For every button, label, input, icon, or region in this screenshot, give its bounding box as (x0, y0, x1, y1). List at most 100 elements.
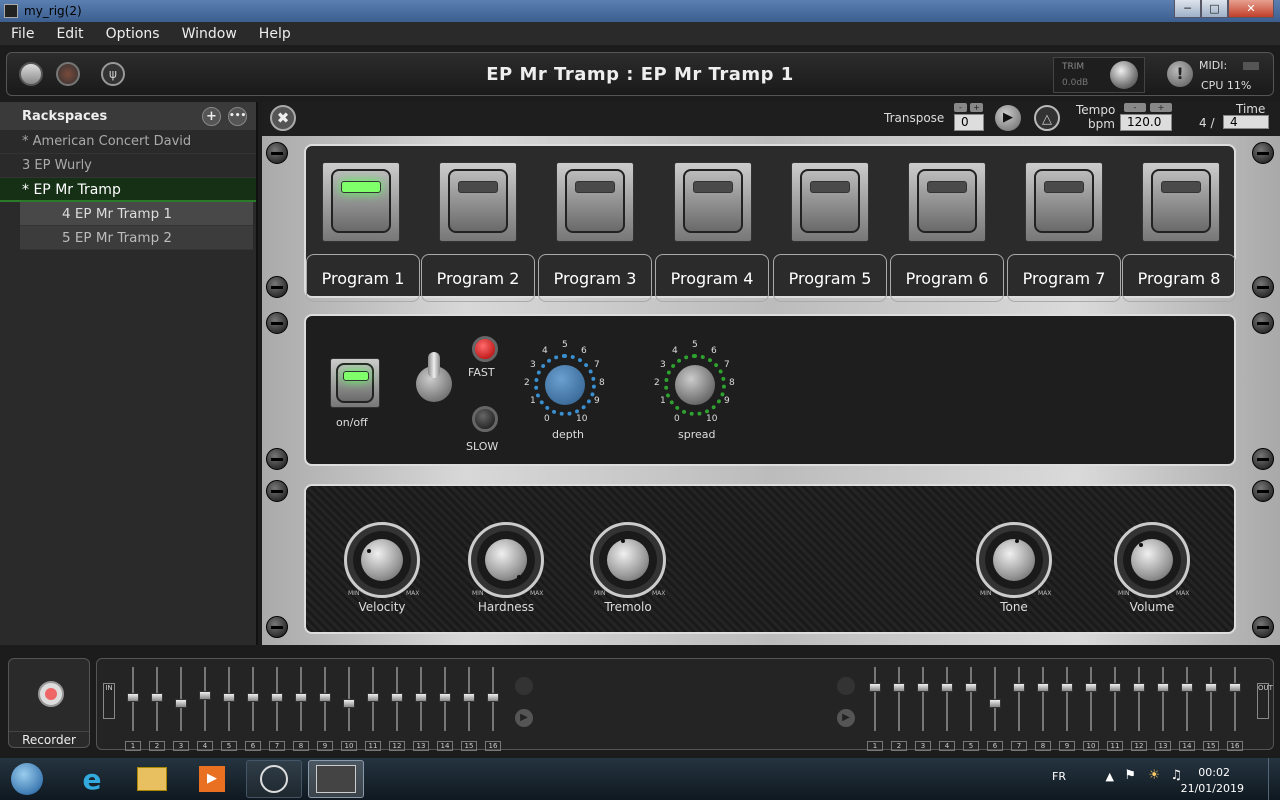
output-channel-fader[interactable]: 3 (913, 663, 933, 751)
menu-file[interactable]: File (0, 26, 45, 42)
tremolo-toggle-switch[interactable] (416, 352, 452, 402)
menu-edit[interactable]: Edit (45, 26, 94, 42)
output-channel-fader[interactable]: 5 (961, 663, 981, 751)
output-channel-fader[interactable]: 1 (865, 663, 885, 751)
in-play-icon[interactable]: ▶ (515, 709, 533, 727)
minimize-button[interactable]: ─ (1174, 0, 1201, 18)
program-label-6[interactable]: Program 6 (890, 254, 1004, 302)
gig-performer-taskbar-icon[interactable] (308, 760, 364, 798)
network-icon[interactable]: ☀ (1148, 768, 1160, 783)
add-rackspace-button[interactable]: + (202, 107, 221, 126)
menu-window[interactable]: Window (171, 26, 248, 42)
program-label-2[interactable]: Program 2 (421, 254, 535, 302)
media-player-icon[interactable]: ▶ (184, 760, 240, 798)
output-channel-fader[interactable]: 14 (1177, 663, 1197, 751)
output-channel-fader[interactable]: 13 (1153, 663, 1173, 751)
hardness-knob[interactable] (468, 522, 544, 598)
transpose-down-button[interactable]: - (954, 103, 967, 112)
variation-item[interactable]: 5 EP Mr Tramp 2 (20, 226, 253, 250)
program-button-4[interactable] (674, 162, 752, 242)
tempo-value[interactable]: 120.0 (1120, 114, 1172, 131)
fader-handle[interactable] (247, 693, 259, 702)
volume-knob[interactable] (1114, 522, 1190, 598)
fader-handle[interactable] (1013, 683, 1025, 692)
clock-time[interactable]: 00:02 (1198, 766, 1230, 779)
language-indicator[interactable]: FR (1052, 770, 1066, 783)
fader-handle[interactable] (1229, 683, 1241, 692)
fader-handle[interactable] (151, 693, 163, 702)
transpose-value[interactable]: 0 (954, 114, 984, 131)
fader-handle[interactable] (391, 693, 403, 702)
fader-handle[interactable] (869, 683, 881, 692)
output-channel-fader[interactable]: 12 (1129, 663, 1149, 751)
output-channel-fader[interactable]: 9 (1057, 663, 1077, 751)
input-channel-fader[interactable]: 16 (483, 663, 503, 751)
recorder-label[interactable]: Recorder (9, 731, 89, 747)
input-channel-fader[interactable]: 13 (411, 663, 431, 751)
volume-icon[interactable]: ♫ (1170, 768, 1182, 783)
depth-knob[interactable] (534, 354, 596, 416)
program-label-8[interactable]: Program 8 (1122, 254, 1236, 302)
flag-icon[interactable]: ⚑ (1124, 768, 1136, 783)
program-button-7[interactable] (1025, 162, 1103, 242)
fader-handle[interactable] (1109, 683, 1121, 692)
input-channel-fader[interactable]: 11 (363, 663, 383, 751)
fader-handle[interactable] (367, 693, 379, 702)
internet-explorer-icon[interactable]: e (64, 760, 120, 798)
fader-handle[interactable] (295, 693, 307, 702)
fader-handle[interactable] (965, 683, 977, 692)
panic-icon[interactable]: ! (1167, 61, 1193, 87)
input-channel-fader[interactable]: 7 (267, 663, 287, 751)
output-channel-fader[interactable]: 2 (889, 663, 909, 751)
fader-handle[interactable] (175, 699, 187, 708)
output-channel-fader[interactable]: 4 (937, 663, 957, 751)
input-channel-fader[interactable]: 2 (147, 663, 167, 751)
time-denominator-select[interactable]: 4 (1223, 115, 1269, 129)
menu-options[interactable]: Options (95, 26, 171, 42)
sidebar-menu-button[interactable]: ••• (228, 107, 247, 126)
output-channel-fader[interactable]: 7 (1009, 663, 1029, 751)
program-label-7[interactable]: Program 7 (1007, 254, 1121, 302)
program-label-4[interactable]: Program 4 (655, 254, 769, 302)
fader-handle[interactable] (127, 693, 139, 702)
close-button[interactable]: ✕ (1228, 0, 1274, 18)
output-channel-fader[interactable]: 10 (1081, 663, 1101, 751)
rackspace-item[interactable]: * American Concert David (0, 130, 256, 154)
input-channel-fader[interactable]: 8 (291, 663, 311, 751)
tray-expand-icon[interactable]: ▲ (1106, 770, 1114, 783)
fader-handle[interactable] (1061, 683, 1073, 692)
input-channel-fader[interactable]: 1 (123, 663, 143, 751)
fader-handle[interactable] (487, 693, 499, 702)
play-icon[interactable]: ▶ (995, 105, 1021, 131)
fader-handle[interactable] (1205, 683, 1217, 692)
fader-handle[interactable] (271, 693, 283, 702)
program-label-5[interactable]: Program 5 (773, 254, 887, 302)
fader-handle[interactable] (893, 683, 905, 692)
output-channel-fader[interactable]: 15 (1201, 663, 1221, 751)
clock-date[interactable]: 21/01/2019 (1181, 782, 1244, 795)
fader-handle[interactable] (199, 691, 211, 700)
program-button-2[interactable] (439, 162, 517, 242)
transpose-up-button[interactable]: + (970, 103, 983, 112)
program-button-6[interactable] (908, 162, 986, 242)
maximize-button[interactable]: □ (1201, 0, 1228, 18)
fader-handle[interactable] (1181, 683, 1193, 692)
start-button[interactable] (0, 760, 54, 798)
menu-help[interactable]: Help (248, 26, 302, 42)
fader-handle[interactable] (463, 693, 475, 702)
fader-handle[interactable] (439, 693, 451, 702)
fader-handle[interactable] (941, 683, 953, 692)
input-channel-fader[interactable]: 6 (243, 663, 263, 751)
fader-handle[interactable] (319, 693, 331, 702)
metronome-icon[interactable]: △ (1034, 105, 1060, 131)
output-channel-fader[interactable]: 16 (1225, 663, 1245, 751)
rackspace-item-active[interactable]: * EP Mr Tramp (0, 178, 256, 202)
input-channel-fader[interactable]: 4 (195, 663, 215, 751)
program-button-8[interactable] (1142, 162, 1220, 242)
variation-item-active[interactable]: 4 EP Mr Tramp 1 (20, 202, 253, 226)
file-explorer-icon[interactable] (124, 760, 180, 798)
input-channel-fader[interactable]: 14 (435, 663, 455, 751)
input-channel-fader[interactable]: 3 (171, 663, 191, 751)
gauge-app-icon[interactable] (246, 760, 302, 798)
rackspace-item[interactable]: 3 EP Wurly (0, 154, 256, 178)
